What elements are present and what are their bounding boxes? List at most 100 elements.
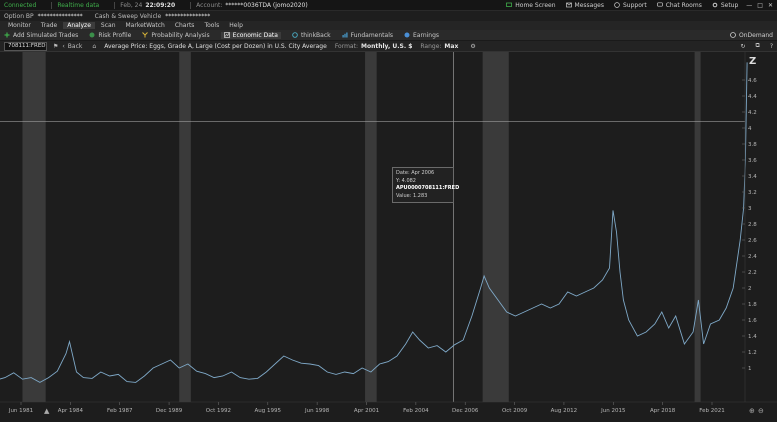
x-tick-label: Jun 1998 (304, 408, 330, 414)
tooltip-value-value: 1.283 (413, 192, 428, 199)
fundamentals-icon (342, 32, 348, 38)
x-tick-label: Oct 1992 (206, 408, 231, 414)
range-label: Range: (420, 42, 442, 50)
tooltip-date-label: Date: (396, 170, 410, 176)
y-tick-label: 3.4 (748, 174, 757, 180)
account-label: Account: (196, 1, 223, 9)
tooltip-date-row: Date: Apr 2006 (396, 170, 450, 178)
tab-monitor[interactable]: Monitor (4, 22, 35, 29)
help-icon[interactable]: ? (770, 43, 773, 50)
subtab-label: Risk Profile (98, 31, 132, 39)
format-label: Format: (334, 42, 358, 50)
tab-tools[interactable]: Tools (200, 22, 223, 29)
subtab-risk-profile[interactable]: Risk Profile (89, 32, 131, 39)
x-tick-label: Jun 1981 (8, 408, 33, 414)
ondemand-icon (730, 32, 736, 38)
refresh-icon[interactable]: ↻ (740, 43, 745, 50)
y-tick-label: 1.6 (748, 318, 757, 324)
probability-icon (142, 32, 149, 38)
subtab-earnings[interactable]: Earnings (404, 32, 439, 39)
range-selector[interactable]: Max (444, 43, 458, 50)
chat-rooms-link[interactable]: Chat Rooms (656, 2, 702, 9)
tab-charts[interactable]: Charts (171, 22, 199, 29)
subtab-economic-data[interactable]: Economic Data (220, 31, 281, 39)
account-selector[interactable]: ******0036TDA (jomo2020) (225, 2, 307, 9)
minimize-icon[interactable]: — (746, 2, 752, 9)
tab-analyze[interactable]: Analyze (63, 22, 95, 29)
popout-icon[interactable]: ⧉ (756, 42, 760, 50)
subtab-add-simulated-trades[interactable]: Add Simulated Trades (4, 32, 78, 39)
subtab-label: Probability Analysis (151, 31, 210, 39)
divider (190, 1, 192, 9)
support-label: Support (622, 1, 647, 9)
cash-sweep-value: *************** (165, 12, 211, 20)
x-tick-label: Dec 1989 (156, 408, 183, 414)
status-bar: Connected Realtime data Feb, 24 22:09:20… (0, 0, 777, 11)
setup-link[interactable]: Setup (712, 2, 738, 9)
x-tick-label: Feb 2021 (699, 408, 724, 414)
y-tick-label: 3.8 (748, 142, 757, 148)
tooltip-value-label: Value: (396, 192, 412, 199)
gear-icon[interactable]: ⚙ (470, 43, 475, 50)
home-icon[interactable]: ⌂ (92, 43, 96, 50)
tooltip-y-value: 4.082 (401, 177, 416, 184)
tab-help[interactable]: Help (225, 22, 247, 29)
plus-icon (4, 32, 10, 38)
x-tick-label: Feb 2004 (403, 408, 429, 414)
zoom-out-icon[interactable]: ⊖ (758, 407, 764, 415)
window-controls[interactable]: — □ ✕ (746, 2, 773, 9)
maximize-icon[interactable]: □ (757, 2, 763, 9)
support-icon (614, 2, 620, 8)
y-tick-label: 1.4 (748, 334, 757, 340)
tooltip-value-row: Value: 1.283 (396, 193, 450, 201)
home-screen-link[interactable]: Home Screen (506, 2, 556, 9)
divider (51, 1, 53, 9)
messages-link[interactable]: Messages (565, 2, 604, 9)
format-selector[interactable]: Monthly, U.S. $ (361, 43, 412, 50)
tooltip-y-row: Y: 4.082 (396, 178, 450, 186)
tab-scan[interactable]: Scan (97, 22, 120, 29)
support-link[interactable]: Support (614, 2, 647, 9)
zoom-in-icon[interactable]: ⊕ (749, 407, 755, 415)
connection-status: Connected (4, 1, 37, 9)
y-tick-label: 4.4 (748, 94, 757, 100)
zoom-z-icon[interactable]: Z (749, 56, 756, 67)
chart-area[interactable]: Jun 1981 Apr 1984 Feb 1987 Dec 1989 Oct 1992… (0, 52, 777, 420)
option-bp-value: *************** (37, 12, 83, 20)
y-tick-label: 3.6 (748, 158, 757, 164)
x-tick-label: Feb 1987 (107, 408, 133, 414)
risk-profile-icon (89, 32, 95, 38)
y-tick-label: 2 (748, 286, 752, 292)
subtab-fundamentals[interactable]: Fundamentals (342, 32, 393, 39)
x-tick-label: Apr 2001 (354, 408, 379, 414)
tab-trade[interactable]: Trade (37, 22, 61, 29)
main-nav: Monitor Trade Analyze Scan MarketWatch C… (0, 21, 777, 30)
subtab-label: Earnings (413, 31, 440, 39)
tab-marketwatch[interactable]: MarketWatch (122, 22, 169, 29)
subtab-probability-analysis[interactable]: Probability Analysis (142, 31, 210, 39)
x-tick-label: Dec 2006 (452, 408, 479, 414)
x-tick-label: Apr 2018 (650, 408, 676, 414)
setup-label: Setup (720, 1, 739, 9)
subtab-thinkback[interactable]: thinkBack (292, 32, 331, 39)
recession-band (22, 52, 46, 402)
x-tick-label: Aug 1995 (255, 408, 282, 414)
subtab-label: thinkBack (300, 31, 331, 39)
y-tick-label: 4 (748, 126, 752, 132)
symbol-input[interactable]: 708111:FRED (4, 41, 47, 51)
thinkback-icon (292, 32, 298, 38)
earnings-icon (404, 32, 410, 38)
scroll-marker-icon[interactable]: ▲ (44, 407, 50, 415)
chart-svg[interactable]: Jun 1981 Apr 1984 Feb 1987 Dec 1989 Oct 1992… (0, 52, 777, 420)
close-icon[interactable]: ✕ (768, 2, 773, 9)
flag-icon[interactable]: ⚑ (53, 43, 58, 50)
back-button[interactable]: Back (68, 43, 83, 50)
status-right-links: Home Screen Messages Support Chat Rooms … (496, 2, 773, 9)
recession-band (482, 52, 509, 402)
x-tick-label: Jun 2015 (600, 408, 626, 414)
home-screen-icon (506, 2, 513, 7)
y-tick-label: 2.2 (748, 270, 757, 276)
gear-icon (712, 2, 718, 8)
ondemand-button[interactable]: OnDemand (730, 32, 773, 39)
back-arrow-icon[interactable]: ‹ (62, 43, 64, 50)
